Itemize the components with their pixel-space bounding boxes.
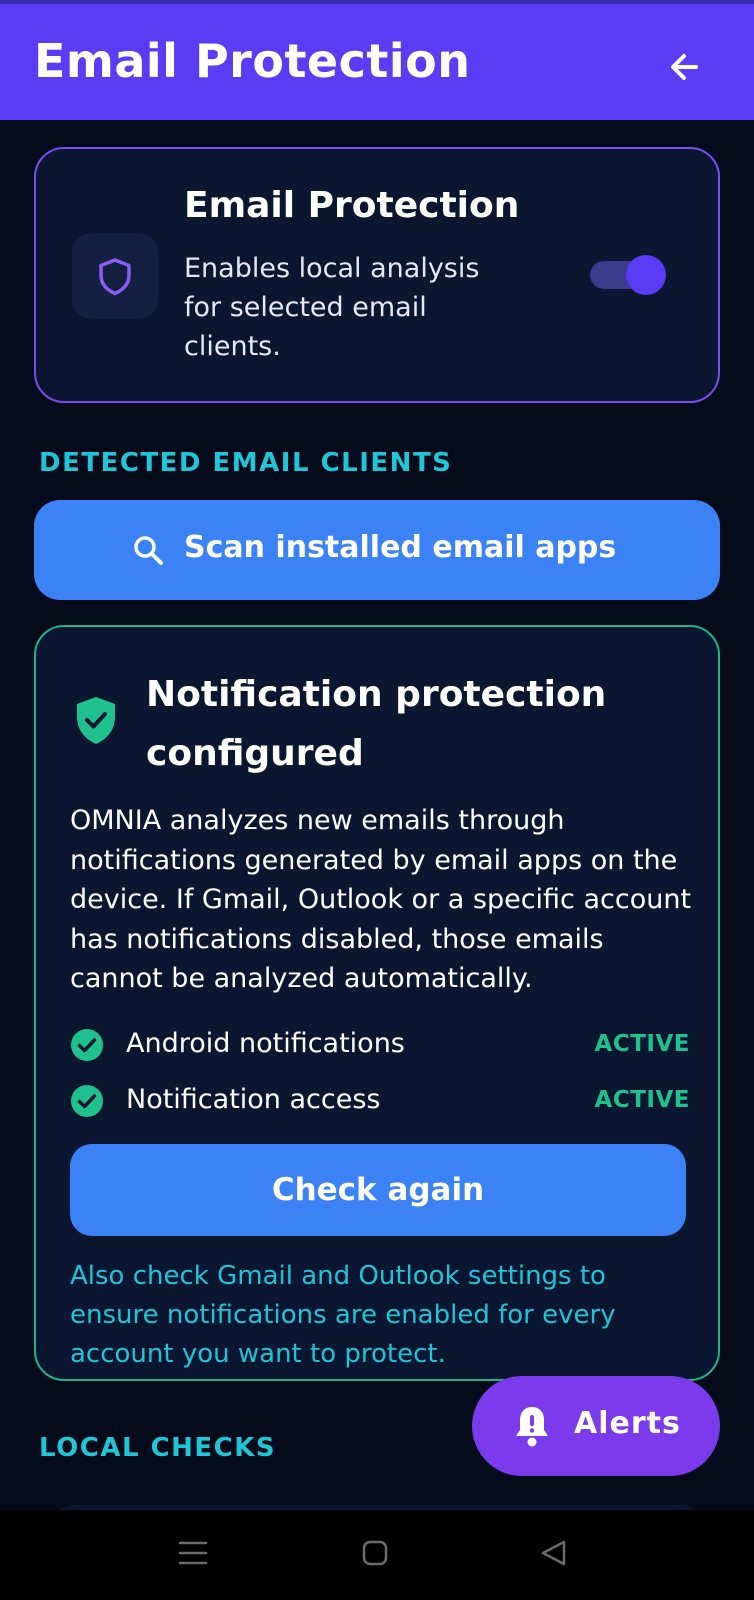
search-icon [134, 536, 163, 565]
check-again-button[interactable]: Check again [70, 1144, 686, 1236]
status-name: Android notifications [126, 1028, 405, 1059]
status-name: Notification access [126, 1084, 381, 1115]
bell-alert-icon [516, 1407, 548, 1447]
status-badge: ACTIVE [594, 1087, 690, 1113]
back-button[interactable] [662, 42, 712, 92]
app-header: Email Protection [0, 0, 754, 120]
settings-note: Also check Gmail and Outlook settings to… [70, 1261, 616, 1369]
status-row-notification-access: Notification access ACTIVE [70, 1081, 690, 1121]
menu-icon[interactable] [178, 1538, 208, 1568]
section-label-local-checks: LOCAL CHECKS [39, 1433, 277, 1463]
back-triangle-icon[interactable] [538, 1538, 568, 1568]
card-description: Enables local analysis for selected emai… [184, 253, 480, 362]
arrow-left-icon [671, 54, 698, 80]
email-protection-toggle[interactable] [590, 255, 666, 295]
check-circle-icon [71, 1085, 103, 1117]
system-nav-bar [0, 1510, 754, 1600]
card-title: Notification protection configured [146, 674, 607, 774]
card-body-text: OMNIA analyzes new emails through notifi… [70, 805, 692, 994]
scan-button-label: Scan installed email apps [184, 530, 617, 565]
card-title: Email Protection [184, 185, 520, 226]
section-label-detected-clients: DETECTED EMAIL CLIENTS [39, 448, 453, 478]
shield-icon [99, 258, 131, 296]
home-icon[interactable] [360, 1538, 390, 1568]
scan-email-apps-button[interactable]: Scan installed email apps [34, 500, 720, 600]
shield-icon-tile [72, 233, 158, 319]
alerts-label: Alerts [574, 1406, 681, 1441]
alerts-fab-button[interactable]: Alerts [472, 1376, 720, 1476]
email-protection-card: Email Protection Enables local analysis … [34, 147, 720, 403]
toggle-knob [626, 255, 666, 295]
shield-check-icon [77, 697, 115, 744]
check-circle-icon [71, 1029, 103, 1061]
page-title: Email Protection [34, 34, 471, 88]
status-badge: ACTIVE [594, 1031, 690, 1057]
status-row-android-notifications: Android notifications ACTIVE [70, 1025, 690, 1065]
notification-protection-card: Notification protection configured OMNIA… [34, 625, 720, 1381]
